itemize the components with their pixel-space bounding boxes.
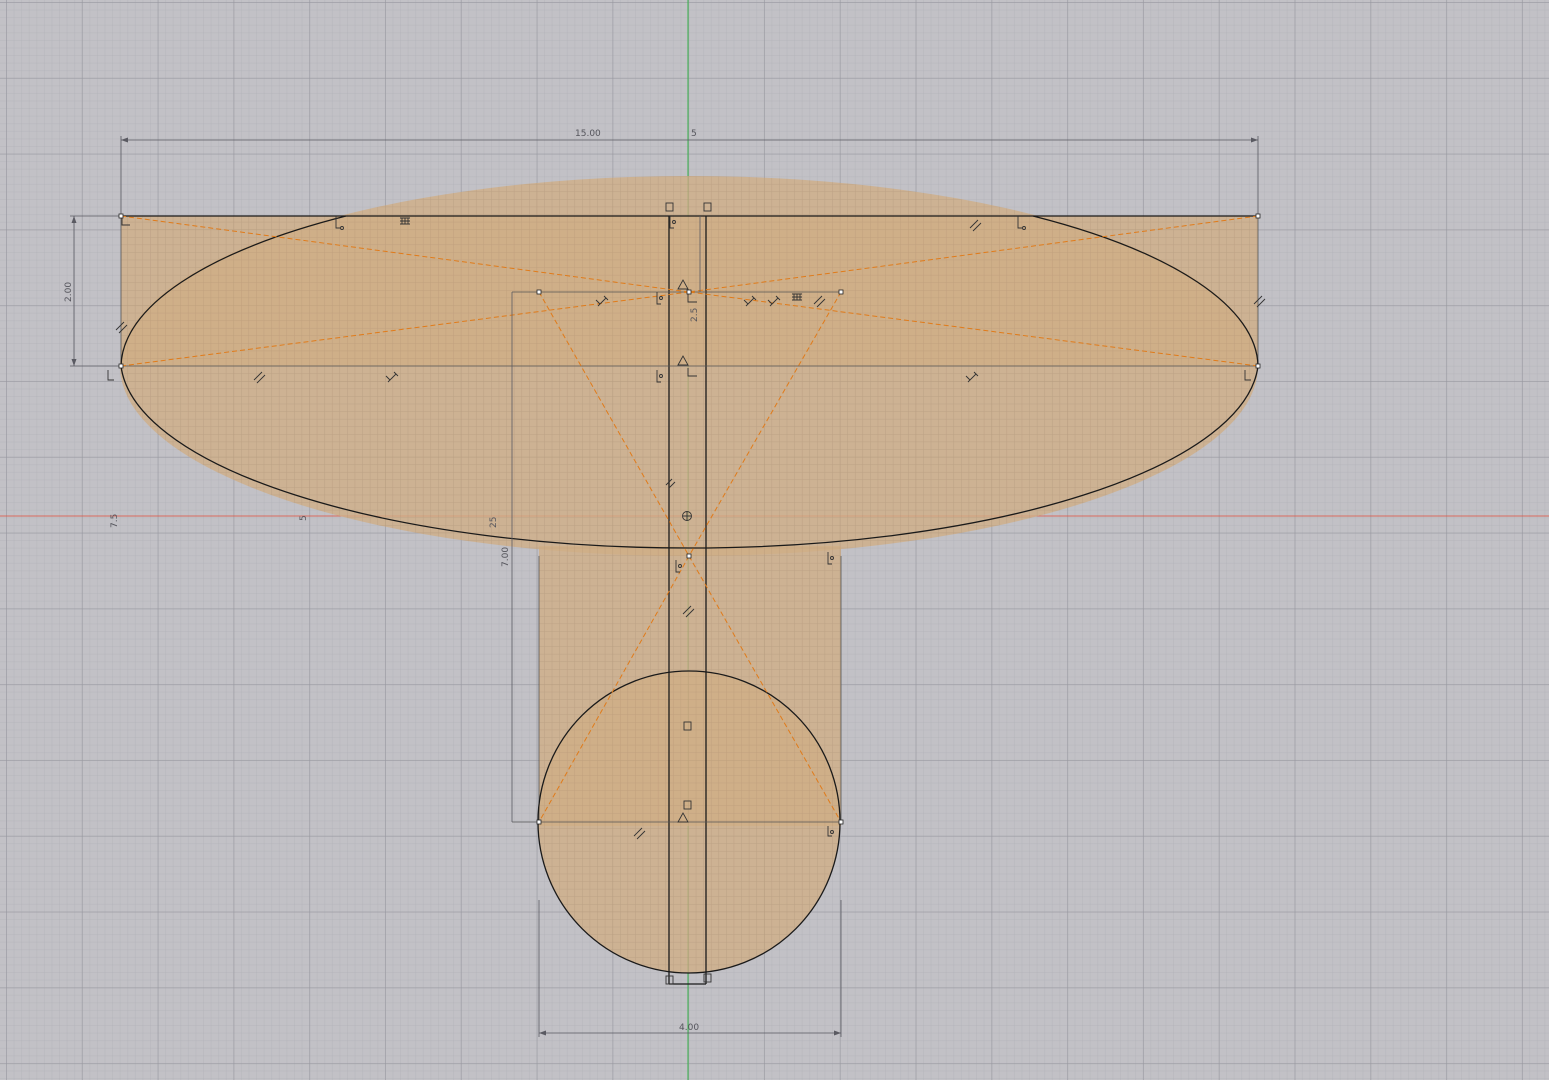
dim-mid-25[interactable]: 25 bbox=[489, 517, 499, 528]
sketch-drawing[interactable]: 15.00 5 2.00 2.5 7.00 7.5 5 25 4.00 bbox=[0, 0, 1549, 1080]
dim-upper-small[interactable]: 2.5 bbox=[690, 308, 700, 322]
dim-circle-width[interactable]: 4.00 bbox=[679, 1023, 699, 1033]
dim-overall-width[interactable]: 15.00 bbox=[575, 129, 601, 139]
dim-left-5[interactable]: 5 bbox=[299, 515, 309, 521]
dim-stem-height[interactable]: 7.00 bbox=[501, 547, 511, 567]
profile-grid-overlay bbox=[120, 176, 1258, 973]
fix-icon bbox=[703, 973, 712, 983]
dim-top-offset[interactable]: 5 bbox=[691, 129, 697, 139]
perpendicular-icon bbox=[107, 370, 114, 381]
dim-left-75[interactable]: 7.5 bbox=[110, 514, 120, 528]
dim-left-height[interactable]: 2.00 bbox=[64, 282, 74, 302]
